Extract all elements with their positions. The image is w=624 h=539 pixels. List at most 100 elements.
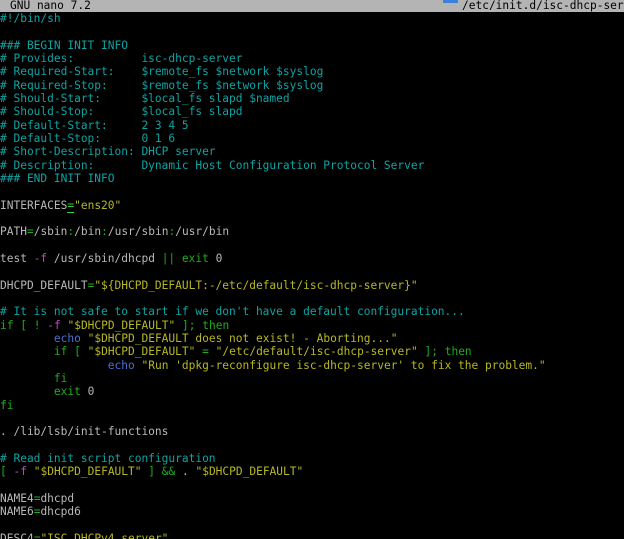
code-token: fi [54, 372, 67, 385]
code-token: # Default-Stop: 0 1 6 [0, 132, 175, 145]
code-line: fi [0, 399, 624, 412]
code-token: "$DHCPD_DEFAULT" [67, 319, 175, 332]
code-token: . [175, 465, 195, 478]
code-token: dhcpd6 [40, 505, 80, 518]
code-line: NAME6=dhcpd6 [0, 505, 624, 518]
code-token: ] [148, 465, 155, 478]
code-line: # Should-Start: $local_fs slapd $named [0, 92, 624, 105]
code-token: /usr/sbin/dhcpd [47, 252, 162, 265]
code-line [0, 185, 624, 198]
code-token: = [202, 345, 209, 358]
code-token: /usr/bin [175, 225, 229, 238]
editor-buffer[interactable]: #!/bin/sh ### BEGIN INIT INFO# Provides: … [0, 12, 624, 539]
code-token: : [101, 225, 108, 238]
code-line [0, 265, 624, 278]
code-token: echo [54, 332, 81, 345]
code-token [0, 332, 54, 345]
code-line: # Provides: isc-dhcp-server [0, 52, 624, 65]
code-line: #!/bin/sh [0, 12, 624, 25]
code-token: DESC4 [0, 532, 34, 539]
code-line [0, 478, 624, 491]
code-line: [ -f "$DHCPD_DEFAULT" ] && . "$DHCPD_DEF… [0, 465, 624, 478]
code-token: # Required-Start: $remote_fs $network $s… [0, 65, 323, 78]
code-token: /usr/sbin [108, 225, 169, 238]
code-token: -f [34, 252, 47, 265]
code-token [0, 385, 54, 398]
code-token: "$DHCPD_DEFAULT" [195, 465, 303, 478]
code-token: # Short-Description: DHCP server [0, 145, 216, 158]
nano-titlebar: GNU nano 7.2 /etc/init.d/isc-dhcp-serv [0, 0, 624, 12]
code-token: ### END INIT INFO [0, 172, 115, 185]
code-line [0, 292, 624, 305]
code-line: # Description: Dynamic Host Configuratio… [0, 159, 624, 172]
code-token: if [54, 345, 67, 358]
code-token: # Read init script configuration [0, 452, 216, 465]
code-line: # It is not safe to start if we don't ha… [0, 305, 624, 318]
code-token: . /lib/lsb/init-functions [0, 425, 168, 438]
code-token: 0 [209, 252, 222, 265]
code-token: ]; [424, 345, 437, 358]
code-token: ]; [182, 319, 195, 332]
code-token: fi [0, 399, 13, 412]
code-line: fi [0, 372, 624, 385]
cursor-artifact [443, 0, 458, 3]
code-token: "/etc/default/isc-dhcp-server" [216, 345, 418, 358]
code-token: #!/bin/sh [0, 12, 61, 25]
code-token [0, 345, 54, 358]
code-token: "$DHCPD_DEFAULT" [88, 345, 196, 358]
file-path-label: /etc/init.d/isc-dhcp-serv [462, 0, 624, 12]
code-token: # Provides: isc-dhcp-server [0, 52, 242, 65]
code-token: "Run 'dpkg-reconfigure isc-dhcp-server' … [141, 359, 545, 372]
code-line: PATH=/sbin:/bin:/usr/sbin:/usr/bin [0, 225, 624, 238]
code-line [0, 25, 624, 38]
code-token: PATH [0, 225, 27, 238]
code-line: test -f /usr/sbin/dhcpd || exit 0 [0, 252, 624, 265]
code-token: exit [182, 252, 209, 265]
code-line: echo "Run 'dpkg-reconfigure isc-dhcp-ser… [0, 359, 624, 372]
code-token: test [0, 252, 34, 265]
code-token [209, 345, 216, 358]
code-token [175, 319, 182, 332]
code-token: [ [0, 465, 7, 478]
code-token: "ens20" [74, 199, 121, 212]
code-line [0, 518, 624, 531]
app-version-label: GNU nano 7.2 [10, 0, 91, 12]
code-line: DHCPD_DEFAULT="${DHCPD_DEFAULT:-/etc/def… [0, 279, 624, 292]
code-line: ### BEGIN INIT INFO [0, 39, 624, 52]
code-token [27, 319, 34, 332]
code-line: ### END INIT INFO [0, 172, 624, 185]
code-line [0, 212, 624, 225]
code-token: # Required-Stop: $remote_fs $network $sy… [0, 79, 323, 92]
code-token: # Default-Start: 2 3 4 5 [0, 119, 189, 132]
code-token: -f [14, 465, 27, 478]
code-line: # Should-Stop: $local_fs slapd [0, 105, 624, 118]
code-token: then [445, 345, 472, 358]
code-line: if [ ! -f "$DHCPD_DEFAULT" ]; then [0, 319, 624, 332]
code-token [438, 345, 445, 358]
code-token [155, 465, 162, 478]
code-token: exit [54, 385, 81, 398]
code-line [0, 412, 624, 425]
code-token: if [0, 319, 13, 332]
code-token [0, 372, 54, 385]
code-token: INTERFACES [0, 199, 67, 212]
code-token: = [27, 225, 34, 238]
code-token: "${DHCPD_DEFAULT:-/etc/default/isc-dhcp-… [94, 279, 417, 292]
code-line: NAME4=dhcpd [0, 492, 624, 505]
code-token [175, 252, 182, 265]
code-token [81, 332, 88, 345]
code-token [27, 465, 34, 478]
code-line: # Short-Description: DHCP server [0, 145, 624, 158]
code-token: echo [108, 359, 135, 372]
code-line [0, 239, 624, 252]
code-line: # Default-Start: 2 3 4 5 [0, 119, 624, 132]
code-token: "ISC DHCPv4 server" [40, 532, 168, 539]
code-token: # Should-Stop: $local_fs slapd [0, 105, 242, 118]
code-line [0, 439, 624, 452]
code-token: && [162, 465, 175, 478]
code-token: ### BEGIN INIT INFO [0, 39, 128, 52]
code-line: # Read init script configuration [0, 452, 624, 465]
code-line: DESC4="ISC DHCPv4 server" [0, 532, 624, 539]
code-token: DHCPD_DEFAULT [0, 279, 88, 292]
code-token: "$DHCPD_DEFAULT does not exist! - Aborti… [88, 332, 398, 345]
